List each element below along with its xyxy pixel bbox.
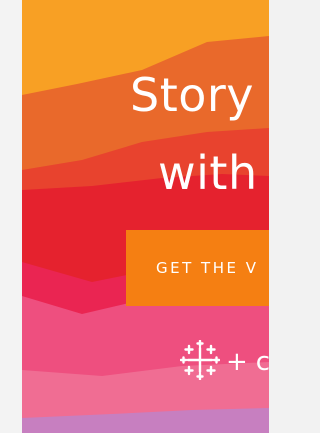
headline-line-2: with (158, 146, 258, 200)
partner-logo-text: c (255, 347, 269, 377)
left-margin (0, 0, 22, 433)
page: Story with GET THE V + c (0, 0, 269, 433)
logo-plus-sign: + (226, 347, 248, 377)
tableau-cross-icon (179, 339, 221, 384)
logo-row: + c (179, 339, 269, 384)
get-the-cta-button[interactable]: GET THE V (126, 230, 269, 306)
headline-line-1: Story (130, 68, 255, 122)
ad-banner[interactable]: Story with GET THE V + c (22, 0, 269, 433)
